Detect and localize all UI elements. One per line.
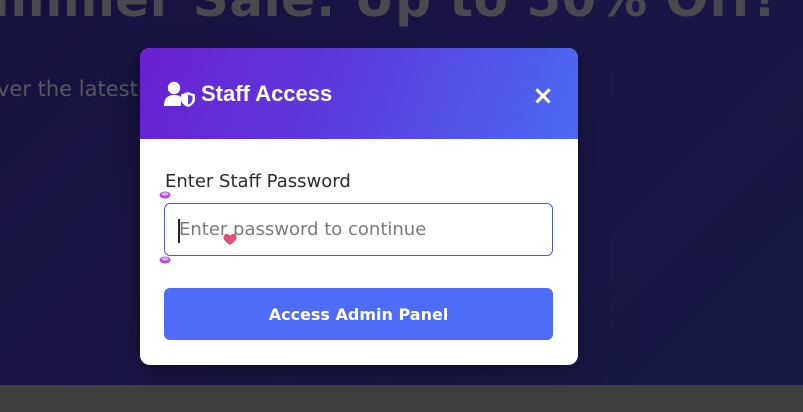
cursor-marker-icon: [159, 256, 171, 264]
modal-title: Staff Access: [201, 81, 333, 106]
access-admin-panel-button[interactable]: Access Admin Panel: [164, 288, 553, 340]
promo-headline: ummer Sale: Up to 50% Off!: [0, 0, 776, 28]
footer-strip: [0, 385, 803, 412]
modal-header: Staff Access ×: [140, 48, 578, 139]
cursor-marker-icon: [159, 191, 171, 199]
close-button[interactable]: ×: [530, 83, 556, 109]
text-caret: [178, 219, 180, 243]
heart-marker-icon: [223, 234, 237, 245]
staff-access-modal: Staff Access × Enter Staff Password Acce…: [140, 48, 578, 365]
page: ummer Sale: Up to 50% Off! ver the lates…: [0, 0, 803, 412]
password-input[interactable]: [164, 203, 553, 256]
user-shield-icon: [164, 81, 195, 107]
password-label: Enter Staff Password: [165, 171, 351, 192]
